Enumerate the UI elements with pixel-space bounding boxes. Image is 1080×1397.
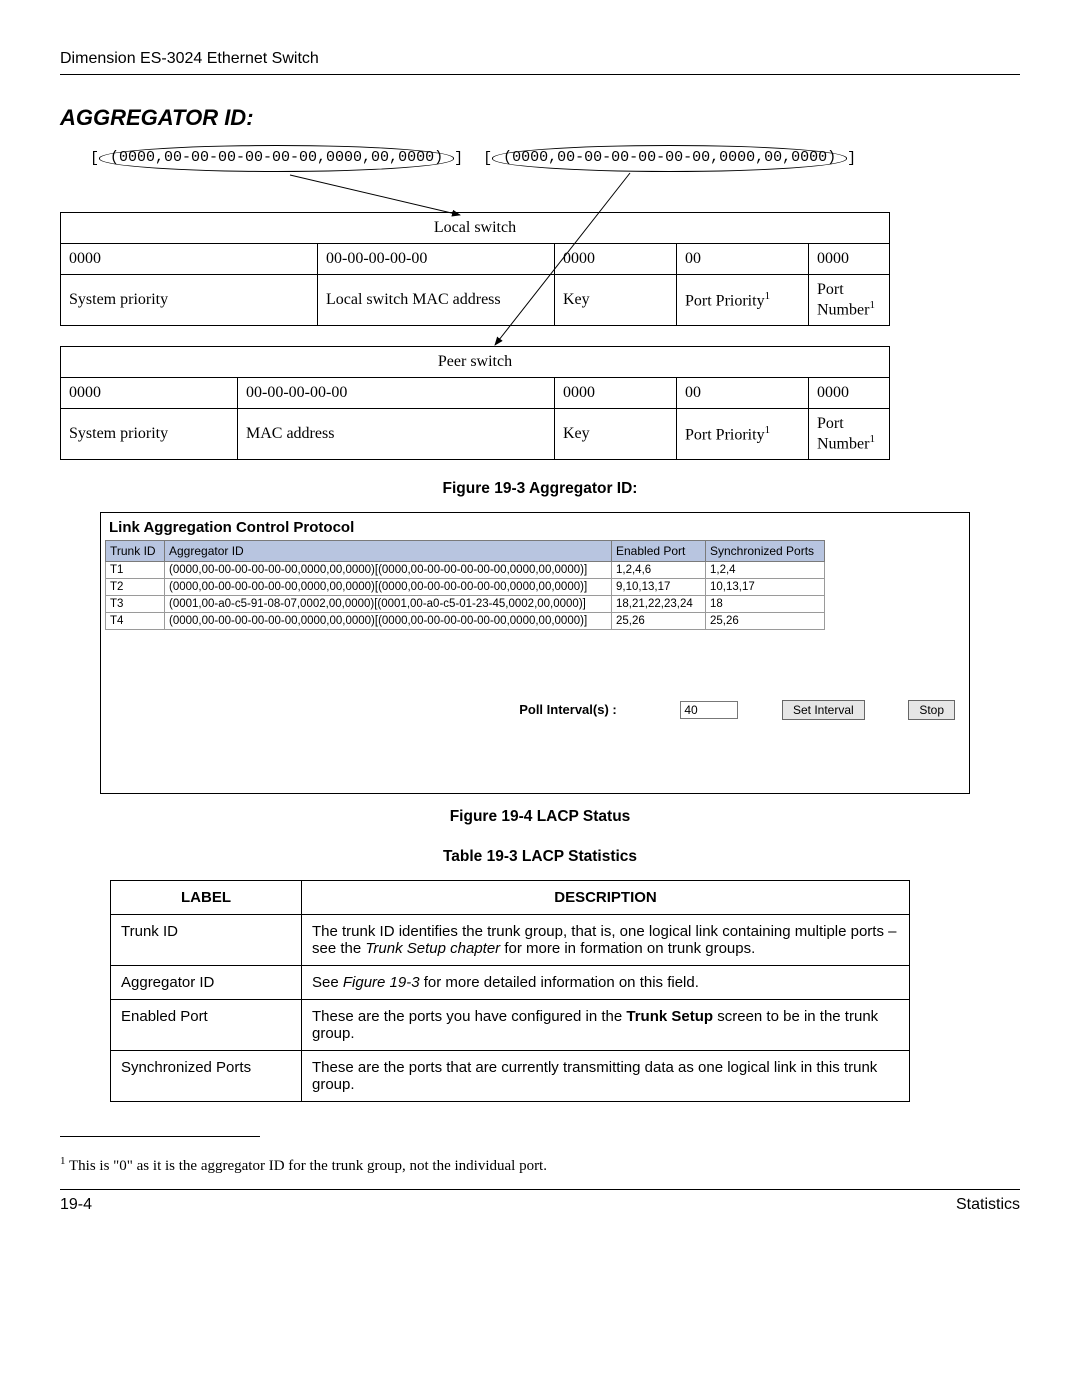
poll-interval-input[interactable] xyxy=(680,701,738,719)
page-footer: 19-4 Statistics xyxy=(60,1189,1020,1214)
lacp-statistics-table: LABEL DESCRIPTION Trunk ID The trunk ID … xyxy=(110,880,910,1102)
table-row: Aggregator ID See Figure 19-3 for more d… xyxy=(111,966,910,1000)
lacp-status-panel: Link Aggregation Control Protocol Trunk … xyxy=(100,512,970,794)
lacp-table: Trunk ID Aggregator ID Enabled Port Sync… xyxy=(105,540,825,630)
set-interval-button[interactable]: Set Interval xyxy=(782,700,865,720)
lacp-title: Link Aggregation Control Protocol xyxy=(101,513,969,540)
table-row: T2 (0000,00-00-00-00-00-00,0000,00,0000)… xyxy=(106,579,825,596)
table-row: Enabled Port These are the ports you hav… xyxy=(111,1000,910,1051)
figure-19-3-caption: Figure 19-3 Aggregator ID: xyxy=(60,480,1020,498)
poll-interval-label: Poll Interval(s) : xyxy=(519,702,617,717)
table-row: Trunk ID The trunk ID identifies the tru… xyxy=(111,915,910,966)
agg-id-right-ellipse: (0000,00-00-00-00-00-00,0000,00,0000) xyxy=(492,145,847,172)
agg-id-right: [ (0000,00-00-00-00-00-00,0000,00,0000) … xyxy=(483,145,856,172)
stop-button[interactable]: Stop xyxy=(908,700,955,720)
page-number: 19-4 xyxy=(60,1196,92,1214)
page-header: Dimension ES-3024 Ethernet Switch xyxy=(60,50,1020,75)
table-row: T4 (0000,00-00-00-00-00-00,0000,00,0000)… xyxy=(106,613,825,630)
figure-19-4-caption: Figure 19-4 LACP Status xyxy=(60,808,1020,826)
local-switch-table: Local switch 0000 00-00-00-00-00 0000 00… xyxy=(60,212,890,326)
table-row: T3 (0001,00-a0-c5-91-08-07,0002,00,0000)… xyxy=(106,596,825,613)
local-switch-title: Local switch xyxy=(61,212,890,243)
lacp-controls: Poll Interval(s) : Set Interval Stop xyxy=(101,630,969,734)
table-19-3-caption: Table 19-3 LACP Statistics xyxy=(60,848,1020,866)
table-row: Synchronized Ports These are the ports t… xyxy=(111,1051,910,1102)
peer-switch-table: Peer switch 0000 00-00-00-00-00 0000 00 … xyxy=(60,346,890,460)
footnotes: 1 This is "0" as it is the aggregator ID… xyxy=(60,1136,1020,1175)
peer-switch-title: Peer switch xyxy=(61,346,890,377)
section-title: AGGREGATOR ID: xyxy=(60,105,1020,131)
aggregator-id-examples: [ (0000,00-00-00-00-00-00,0000,00,0000) … xyxy=(90,145,1020,172)
agg-id-left-ellipse: (0000,00-00-00-00-00-00,0000,00,0000) xyxy=(99,145,454,172)
table-row: T1 (0000,00-00-00-00-00-00,0000,00,0000)… xyxy=(106,562,825,579)
agg-id-left: [ (0000,00-00-00-00-00-00,0000,00,0000) … xyxy=(90,145,463,172)
footer-section: Statistics xyxy=(956,1196,1020,1214)
header-title: Dimension ES-3024 Ethernet Switch xyxy=(60,50,319,67)
